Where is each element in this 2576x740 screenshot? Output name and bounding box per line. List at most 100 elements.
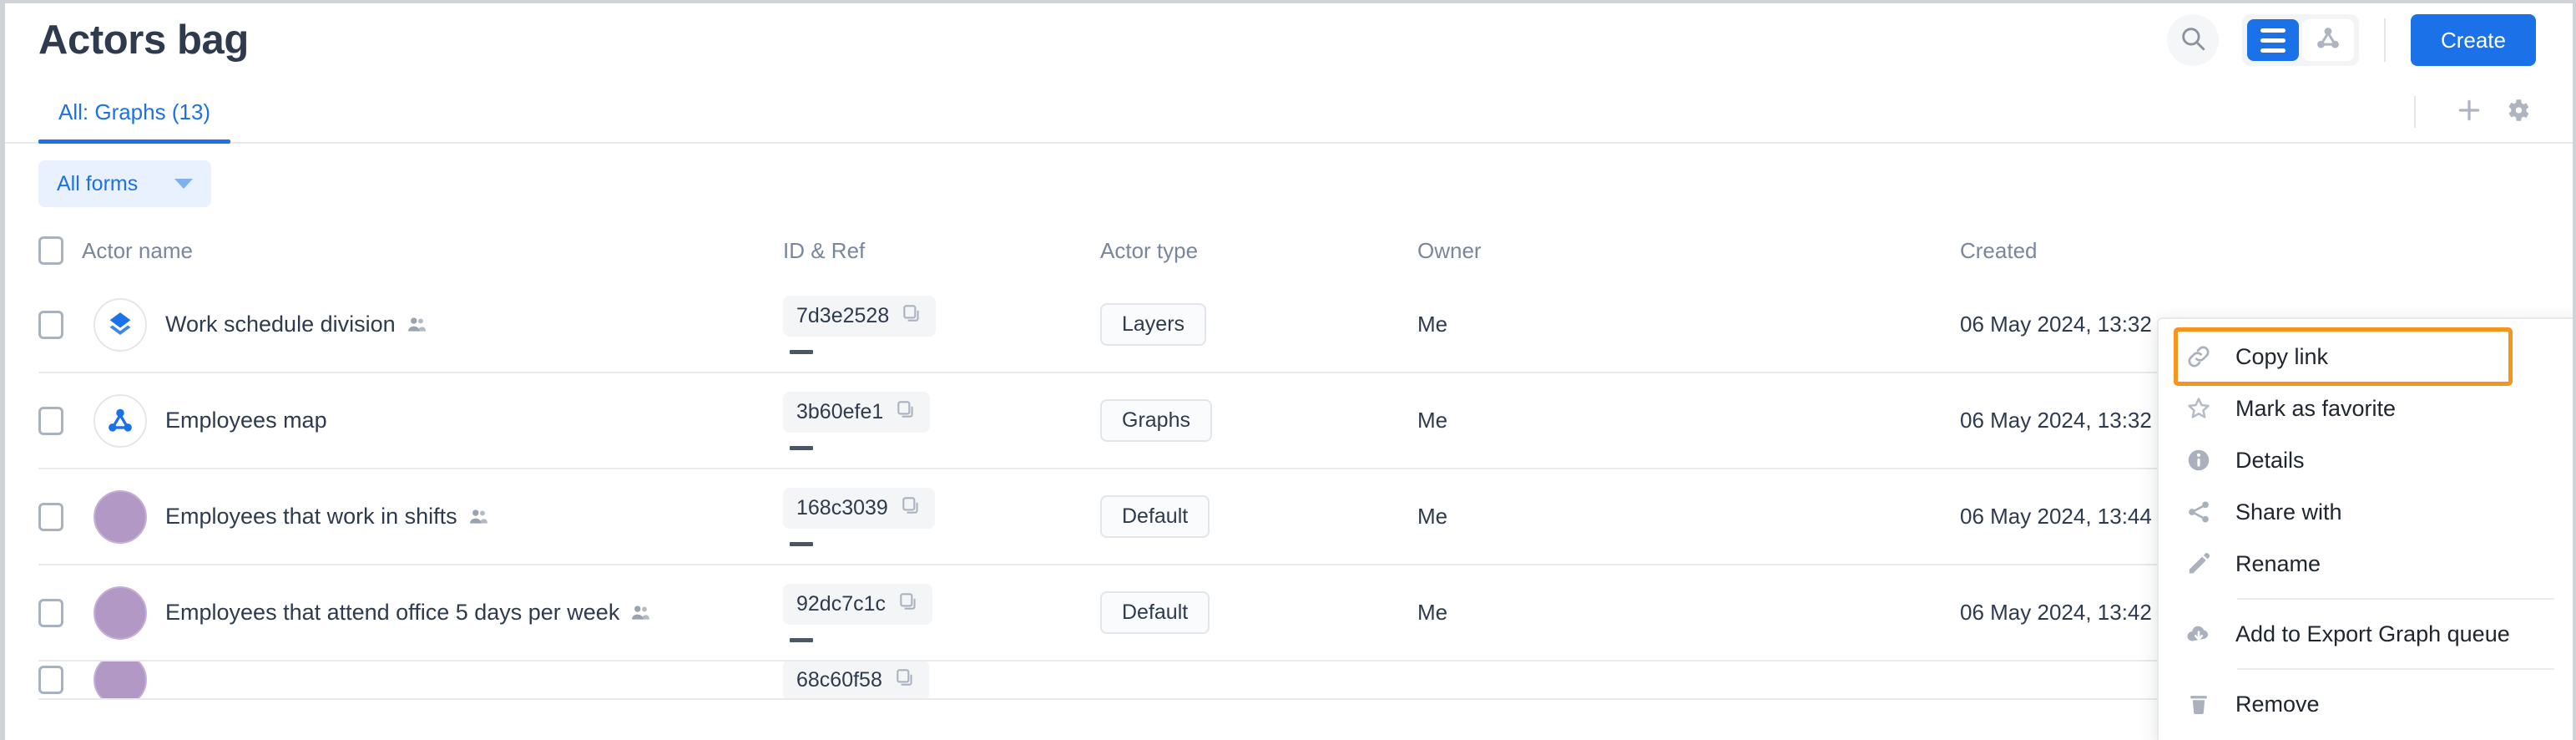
menu-separator xyxy=(2237,598,2554,600)
id-copy-pill[interactable]: 92dc7c1c xyxy=(783,583,933,625)
row-checkbox[interactable] xyxy=(38,598,63,627)
tab-bar: All: Graphs (13) xyxy=(5,77,2573,144)
actor-type-badge[interactable]: Default xyxy=(1100,495,1210,538)
menu-item-mark-as-favorite[interactable]: Mark as favorite xyxy=(2159,383,2573,434)
column-header-actor-name[interactable]: Actor name xyxy=(82,238,783,264)
actor-type-cell: Default xyxy=(1100,495,1417,538)
row-select-cell xyxy=(38,502,82,531)
actor-name-cell: Employees that attend office 5 days per … xyxy=(82,585,783,640)
header-actions: Create xyxy=(2166,14,2536,66)
list-view-button[interactable] xyxy=(2246,19,2299,61)
graph-view-button[interactable] xyxy=(2301,19,2354,61)
row-checkbox[interactable] xyxy=(38,310,63,339)
avatar xyxy=(93,489,147,544)
menu-item-share-with[interactable]: Share with xyxy=(2159,486,2573,538)
plus-icon xyxy=(2455,96,2483,129)
menu-item-label: Copy link xyxy=(2235,343,2329,369)
graph-icon xyxy=(109,408,132,432)
search-button[interactable] xyxy=(2166,14,2219,66)
pencil-icon xyxy=(2180,550,2217,577)
actor-ref-value xyxy=(790,637,813,642)
id-ref-cell: 168c3039 xyxy=(783,487,1100,546)
menu-item-details[interactable]: Details xyxy=(2159,434,2573,486)
actor-ref-value xyxy=(790,541,813,546)
owner-cell: Me xyxy=(1417,504,1448,529)
settings-button[interactable] xyxy=(2499,94,2536,130)
shared-people-icon xyxy=(629,602,651,624)
column-header-id-ref[interactable]: ID & Ref xyxy=(783,238,1100,264)
actor-name-label: Employees that work in shifts xyxy=(165,504,457,529)
menu-item-copy-link[interactable]: Copy link xyxy=(2174,327,2513,386)
forms-filter-dropdown[interactable]: All forms xyxy=(38,160,212,207)
select-all-checkbox[interactable] xyxy=(38,236,63,265)
create-button[interactable]: Create xyxy=(2410,14,2536,66)
add-tab-button[interactable] xyxy=(2451,94,2488,130)
trash-icon xyxy=(2180,691,2217,717)
view-mode-toggle[interactable] xyxy=(2241,14,2359,66)
column-header-created[interactable]: Created xyxy=(1960,238,2539,264)
menu-item-remove[interactable]: Remove xyxy=(2159,678,2573,730)
column-header-actor-type[interactable]: Actor type xyxy=(1100,238,1417,264)
menu-item-add-to-export-graph-queue[interactable]: Add to Export Graph queue xyxy=(2159,608,2573,660)
share-icon xyxy=(2180,499,2217,525)
actor-id-value: 3b60efe1 xyxy=(796,399,884,423)
row-select-cell xyxy=(38,406,82,435)
row-select-cell xyxy=(38,666,82,694)
id-copy-pill[interactable]: 68c60f58 xyxy=(783,661,929,698)
menu-item-label: Share with xyxy=(2235,499,2342,525)
copy-icon xyxy=(900,494,922,522)
copy-icon xyxy=(897,590,919,618)
menu-item-label: Rename xyxy=(2235,550,2321,576)
actor-type-cell: Default xyxy=(1100,591,1417,634)
actor-id-value: 7d3e2528 xyxy=(796,303,890,327)
copy-icon xyxy=(901,302,922,330)
id-ref-cell: 92dc7c1c xyxy=(783,583,1100,642)
row-checkbox[interactable] xyxy=(38,666,63,694)
column-header-owner[interactable]: Owner xyxy=(1417,238,1960,264)
cloud-down-icon xyxy=(2180,621,2217,647)
filter-row: All forms xyxy=(5,144,2573,224)
id-copy-pill[interactable]: 7d3e2528 xyxy=(783,295,937,337)
actor-name-label: Employees that attend office 5 days per … xyxy=(165,600,620,625)
row-checkbox[interactable] xyxy=(38,406,63,435)
star-icon xyxy=(2180,395,2217,422)
actor-name-label: Employees map xyxy=(165,408,327,433)
actor-name-label: Work schedule division xyxy=(165,312,396,337)
actor-type-badge[interactable]: Default xyxy=(1100,591,1210,634)
row-checkbox[interactable] xyxy=(38,502,63,531)
actor-name-cell: Work schedule division xyxy=(82,297,783,352)
owner-cell: Me xyxy=(1417,312,1448,337)
tab-all-graphs[interactable]: All: Graphs (13) xyxy=(38,99,231,144)
info-icon xyxy=(2180,447,2217,474)
avatar xyxy=(93,661,147,698)
actor-type-badge[interactable]: Graphs xyxy=(1100,399,1212,442)
shared-people-icon xyxy=(406,314,427,336)
avatar xyxy=(93,585,147,640)
actor-type-cell: Graphs xyxy=(1100,399,1417,442)
id-copy-pill[interactable]: 168c3039 xyxy=(783,487,935,529)
layers-icon xyxy=(109,312,131,335)
actor-name-cell: Employees map xyxy=(82,393,783,448)
owner-cell: Me xyxy=(1417,600,1448,625)
id-ref-cell: 7d3e2528 xyxy=(783,295,1100,354)
actor-name-cell xyxy=(82,661,783,698)
list-view-icon xyxy=(2260,28,2286,53)
tabbar-divider xyxy=(2414,96,2416,128)
menu-item-label: Details xyxy=(2235,447,2305,473)
actor-id-value: 92dc7c1c xyxy=(796,591,886,616)
id-ref-cell: 3b60efe1 xyxy=(783,391,1100,450)
link-icon xyxy=(2180,343,2217,370)
owner-cell: Me xyxy=(1417,408,1448,433)
id-copy-pill[interactable]: 3b60efe1 xyxy=(783,391,931,433)
page-title: Actors bag xyxy=(38,17,249,63)
actor-name-cell: Employees that work in shifts xyxy=(82,489,783,544)
actor-ref-value xyxy=(790,349,813,354)
actor-type-badge[interactable]: Layers xyxy=(1100,303,1207,346)
forms-filter-label: All forms xyxy=(57,171,139,195)
select-all-cell xyxy=(38,236,82,265)
avatar xyxy=(93,297,147,352)
actor-ref-value xyxy=(790,445,813,450)
table-header-row: Actor name ID & Ref Actor type Owner Cre… xyxy=(38,224,2539,277)
app-window: Actors bag Create All: Graphs (13) All f… xyxy=(0,0,2576,740)
menu-item-rename[interactable]: Rename xyxy=(2159,538,2573,590)
